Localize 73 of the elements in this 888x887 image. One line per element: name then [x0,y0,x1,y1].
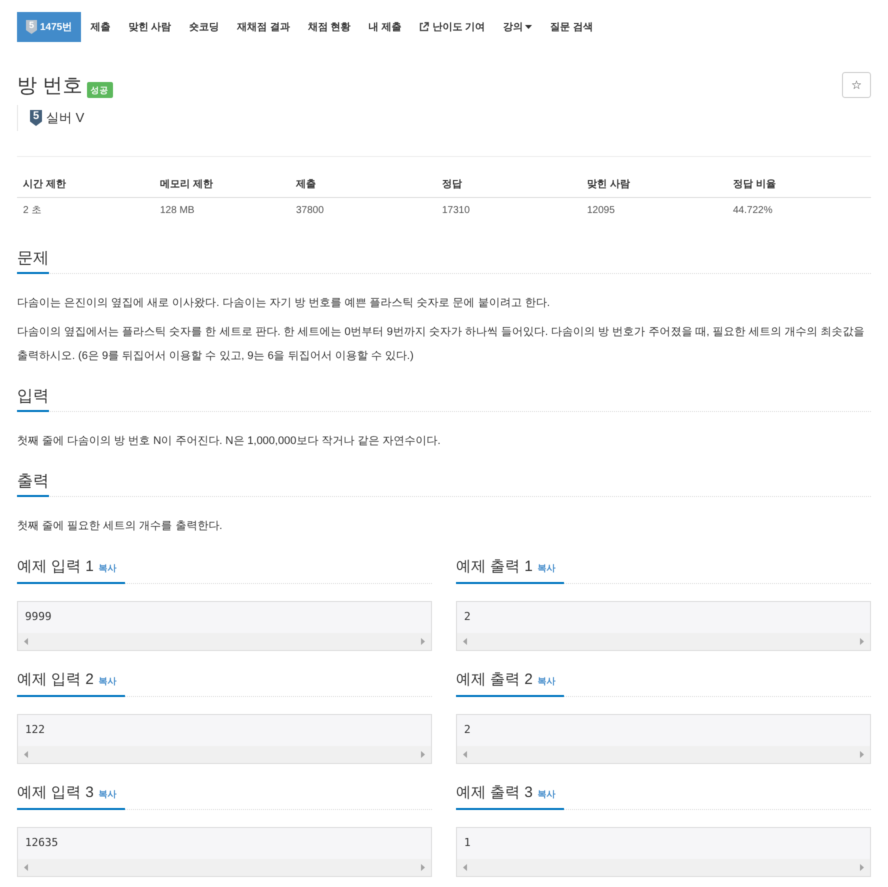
paragraph: 첫째 줄에 다솜이의 방 번호 N이 주어진다. N은 1,000,000보다 작거나 같은 자연수이다. [17,434,442,449]
section-heading: 출력 [17,468,49,497]
sample-heading: 예제 출력 3 [456,783,533,803]
nav-tab[interactable]: 난이도 기여 [410,12,494,42]
sample-heading: 예제 입력 2 [17,670,94,690]
favorite-button[interactable]: ☆ [842,72,871,98]
sample-text: 12635 [24,835,60,851]
scroll-right-icon[interactable] [860,638,864,645]
copy-link[interactable]: 복사 [98,668,117,695]
sample-text: 2 [463,609,472,625]
nav-tab[interactable]: 제출 [81,12,120,42]
nav-tab[interactable]: 재채점 결과 [228,12,299,42]
scroll-left-icon[interactable] [24,864,28,871]
caret-icon [525,25,532,29]
tier-label: 실버 V [46,109,84,127]
horizontal-scrollbar[interactable] [18,859,431,876]
nav-tab[interactable]: 내 제출 [360,12,410,42]
scroll-right-icon[interactable] [860,864,864,871]
scroll-right-icon[interactable] [860,751,864,758]
status-badge: 성공 [86,82,113,98]
table-header-cell: 메모리 제한 [154,172,290,198]
nav-tab[interactable]: 채점 현황 [298,12,360,42]
table-header-cell: 시간 제한 [17,172,154,198]
table-cell-text: 128 MB [159,204,196,218]
table-cell-text: 2 초 [22,204,42,218]
scroll-left-icon[interactable] [463,751,467,758]
horizontal-scrollbar[interactable] [18,746,431,763]
scroll-left-icon[interactable] [463,864,467,871]
nav-tab[interactable]: 강의 [494,12,542,42]
table-header-cell: 맞힌 사람 [581,172,727,198]
copy-link[interactable]: 복사 [538,668,556,695]
scroll-left-icon[interactable] [463,638,467,645]
paragraph: 다솜이는 은진이의 옆집에 새로 이사왔다. 다솜이는 자기 방 번호를 예쁜 플라스틱 숫자로 문에 붙이려고 한다. [17,296,551,311]
nav-tab[interactable]: 5 1475번 [17,12,82,42]
table-cell-text: 12095 [586,204,616,218]
table-header-cell: 제출 [290,172,436,198]
scroll-right-icon[interactable] [421,638,425,645]
problem-title: 방 번호 [17,74,83,99]
sample-heading: 예제 출력 2 [456,670,533,690]
sample-text: 122 [24,722,46,738]
paragraph: 첫째 줄에 필요한 세트의 개수를 출력한다. [17,519,224,534]
paragraph: 다솜이의 옆집에서는 플라스틱 숫자를 한 세트로 판다. 한 세트에는 0번부터 9번까지 숫자가 하나씩 들어있다. 다솜이의 방 번호가 주어졌을 때, 필요한 세트의 개수의 최솟값을 출력하시오. (6은 9를 뒤집어서 이용할 수 있고, 9는 6을 뒤집어서 이용할 수 있다.) [17,325,866,364]
scroll-right-icon[interactable] [421,864,425,871]
scroll-right-icon[interactable] [421,751,425,758]
copy-link[interactable]: 복사 [538,781,556,808]
sample-text: 9999 [24,609,52,625]
sample-heading: 예제 입력 3 [17,783,94,803]
copy-link[interactable]: 복사 [98,555,117,582]
tier-badge: 5 [30,110,42,126]
section-heading: 문제 [17,245,49,274]
horizontal-scrollbar[interactable] [457,859,870,876]
copy-link[interactable]: 복사 [538,555,556,582]
sample-heading: 예제 입력 1 [17,557,94,577]
table-cell-text: 37800 [295,204,325,218]
horizontal-scrollbar[interactable] [457,746,870,763]
copy-link[interactable]: 복사 [98,781,117,808]
scroll-left-icon[interactable] [24,638,28,645]
sample-text: 1 [463,835,472,851]
horizontal-scrollbar[interactable] [18,633,431,650]
table-cell-text: 44.722% [732,204,774,218]
scroll-left-icon[interactable] [24,751,28,758]
sample-heading: 예제 출력 1 [456,557,533,577]
nav-tab[interactable]: 맞힌 사람 [119,12,180,42]
nav-tab[interactable]: 숏코딩 [180,12,228,42]
table-cell-text: 17310 [441,204,471,218]
section-heading: 입력 [17,383,49,412]
table-header-cell: 정답 비율 [727,172,871,198]
nav-tab[interactable]: 질문 검색 [541,12,602,42]
sample-text: 2 [463,722,472,738]
horizontal-scrollbar[interactable] [457,633,870,650]
table-header-cell: 정답 [436,172,581,198]
tier-badge: 5 [26,20,37,34]
external-link-icon [419,22,430,32]
